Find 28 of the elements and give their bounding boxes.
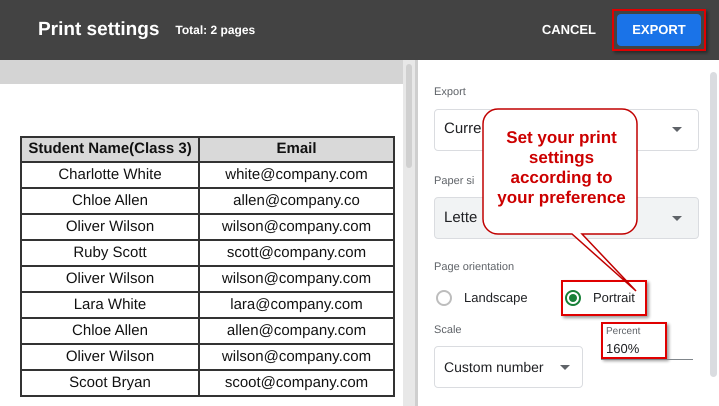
table-cell: scott@company.com <box>199 240 394 266</box>
table-cell: wilson@company.com <box>199 214 394 240</box>
table-cell: Scoot Bryan <box>21 370 199 396</box>
table-cell: Chloe Allen <box>21 318 199 344</box>
table-cell: Lara White <box>21 292 199 318</box>
field-label: Scale <box>434 322 463 338</box>
table-cell: Oliver Wilson <box>21 344 199 370</box>
table-cell: Oliver Wilson <box>21 214 199 240</box>
table-cell: Chloe Allen <box>21 188 199 214</box>
radio-label: Portrait <box>593 288 635 307</box>
table-cell: white@company.com <box>199 162 394 188</box>
column-header: Email <box>199 137 394 162</box>
page-total: Total: 2 pages <box>175 22 256 39</box>
table-cell: allen@company.com <box>199 318 394 344</box>
table-cell: Charlotte White <box>21 162 199 188</box>
table-cell: wilson@company.com <box>199 344 394 370</box>
table-cell: lara@company.com <box>199 292 394 318</box>
dialog-title: Print settings <box>38 18 160 42</box>
table-cell: Ruby Scott <box>21 240 199 266</box>
column-header: Student Name(Class 3) <box>21 137 199 162</box>
radio-label: Landscape <box>464 288 528 307</box>
field-label: Export <box>434 85 467 100</box>
table-cell: scoot@company.com <box>199 370 394 396</box>
table-cell: wilson@company.com <box>199 266 394 292</box>
field-label: Page orientation <box>434 260 516 275</box>
table-cell: allen@company.co <box>199 188 394 214</box>
field-label: Paper si <box>434 174 474 188</box>
table-cell: Oliver Wilson <box>21 266 199 292</box>
